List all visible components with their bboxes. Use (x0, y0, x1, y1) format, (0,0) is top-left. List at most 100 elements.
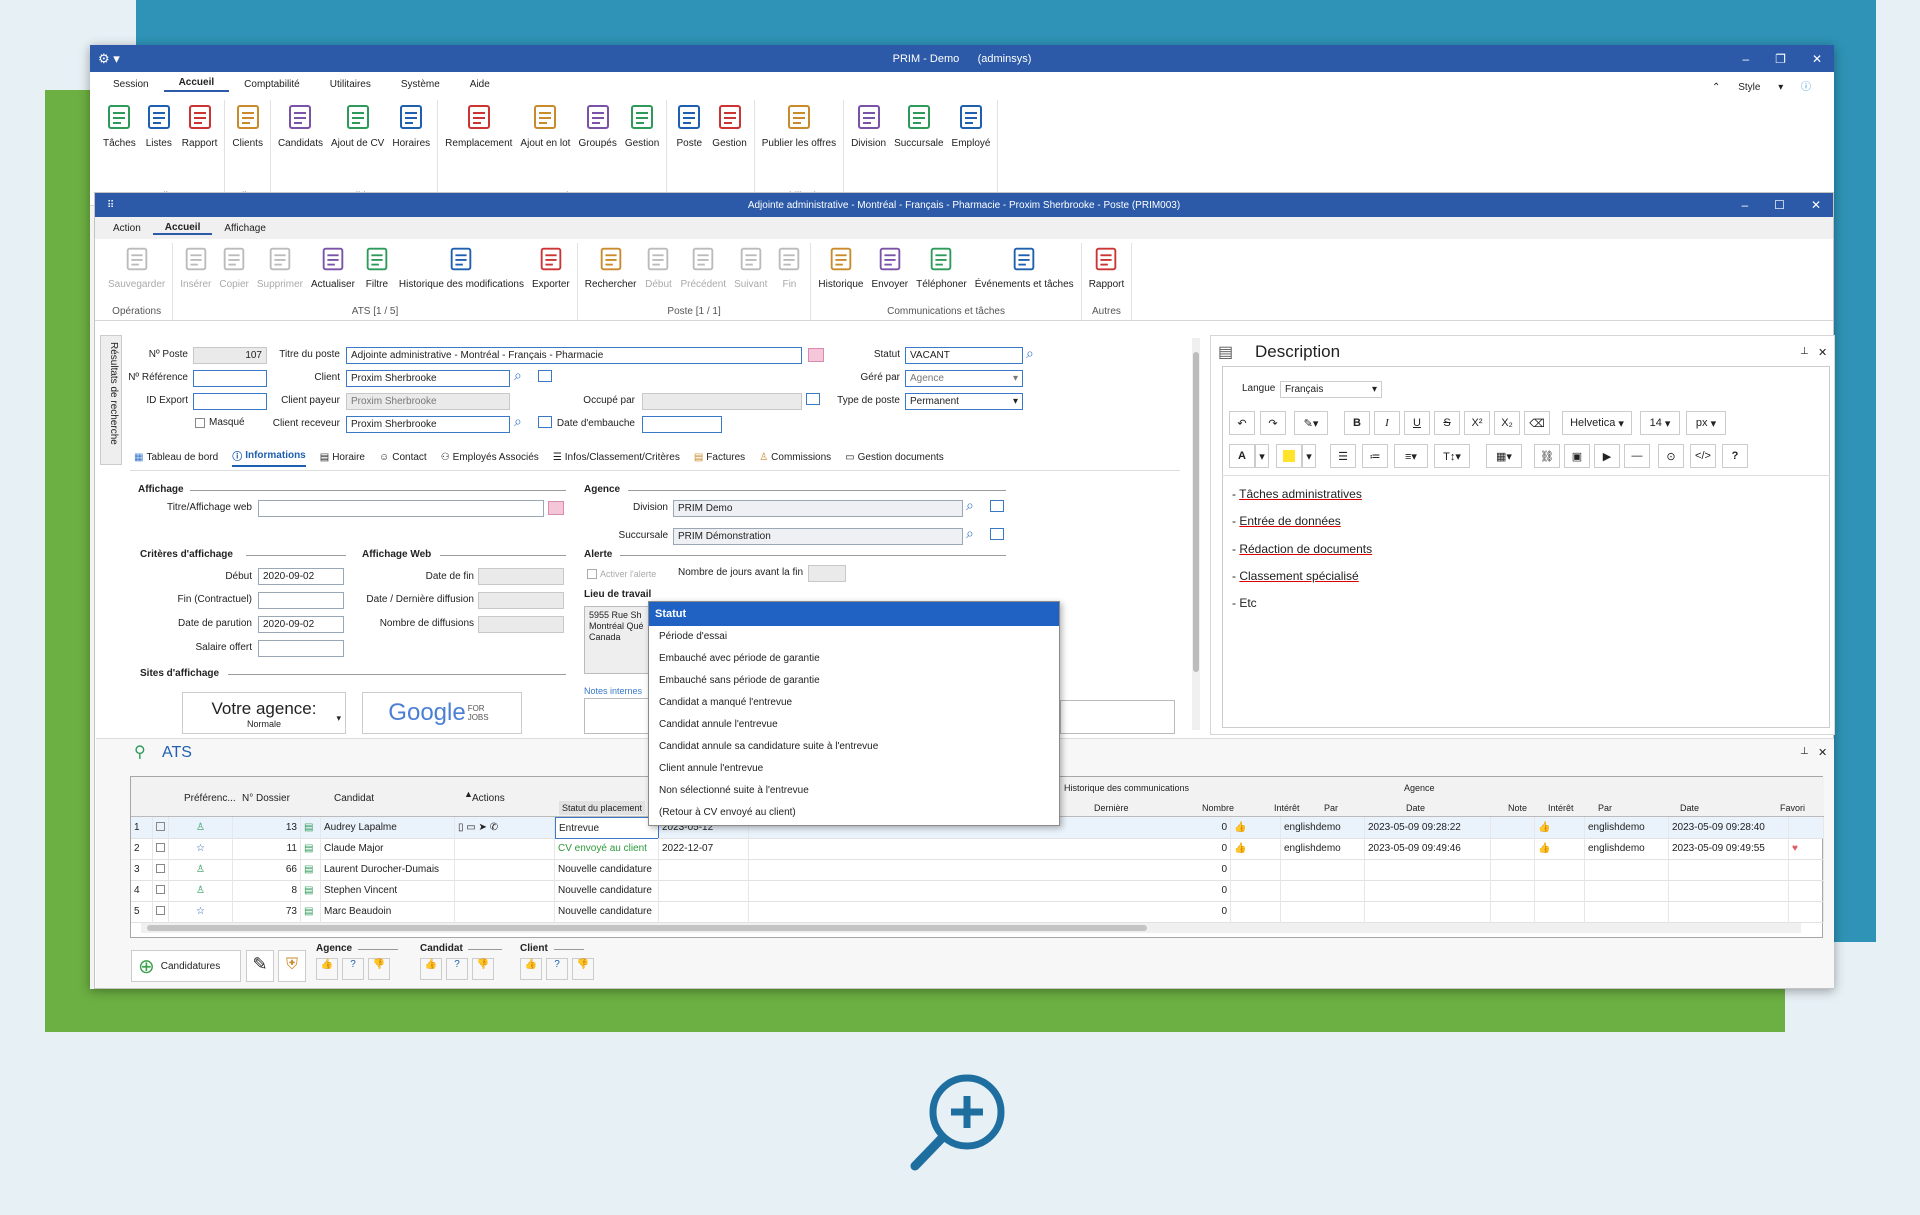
division-field[interactable]: PRIM Demo (673, 500, 963, 517)
tab-infos-classement[interactable]: ☰ Infos/Classement/Critères (553, 452, 680, 463)
ats-close-icon[interactable]: ✕ (1818, 746, 1827, 759)
menu-accueil[interactable]: Accueil (163, 77, 230, 92)
superscript-icon[interactable]: X² (1464, 411, 1490, 435)
zoom-in-icon[interactable] (905, 1068, 1015, 1178)
table-icon[interactable]: ▦▾ (1486, 444, 1522, 468)
candidat-thumbs-up-icon[interactable]: 👍 (420, 958, 442, 980)
langue-select[interactable]: Français ▾ (1280, 381, 1382, 398)
client-payeur-field[interactable]: Proxim Sherbrooke (346, 393, 510, 410)
col-date[interactable]: Date (1403, 801, 1428, 815)
cell-statut[interactable]: Nouvelle candidature (555, 859, 659, 881)
rechercher-button[interactable]: Rechercher (581, 243, 641, 306)
restore-icon[interactable]: ❐ (1775, 52, 1786, 66)
col-actions[interactable]: Actions (469, 791, 508, 806)
row-checkbox[interactable] (153, 880, 169, 902)
tab-factures[interactable]: ▤ Factures (694, 452, 745, 463)
child-minimize-icon[interactable]: – (1741, 198, 1748, 212)
col-interet-2[interactable]: Intérêt (1545, 801, 1577, 815)
occupe-par-field[interactable] (642, 393, 802, 410)
style-menu[interactable]: ⌃ Style ▾ ⓘ (1712, 78, 1826, 93)
candidatures-button[interactable]: ⊕ Candidatures (131, 950, 241, 982)
ats-pin-icon[interactable]: ⊥ (1800, 746, 1809, 757)
table-row[interactable]: 2 ☆ 11 ▤ Claude Major CV envoyé au client 2022… (131, 838, 1824, 860)
sauvegarder-button[interactable]: Sauvegarder (104, 243, 169, 306)
historique-des-modifications-button[interactable]: Historique des modifications (395, 243, 528, 306)
filtre-button[interactable]: Filtre (359, 243, 395, 306)
row-checkbox[interactable] (153, 901, 169, 923)
font-family-select[interactable]: Helvetica ▾ (1562, 411, 1632, 435)
employe-button[interactable]: Employé (948, 100, 995, 191)
horizontal-rule-icon[interactable]: — (1624, 444, 1650, 468)
text-color-icon[interactable]: A (1229, 444, 1255, 468)
undo-icon[interactable]: ↶ (1229, 411, 1255, 435)
col-favori[interactable]: Favori (1777, 801, 1808, 815)
titre-web-note-icon[interactable] (548, 501, 564, 515)
gestion-button[interactable]: Gestion (621, 100, 663, 191)
groupes-button[interactable]: Groupés (574, 100, 620, 191)
listes-button[interactable]: Listes (140, 100, 178, 191)
agence-card-dropdown-icon[interactable]: ▾ (336, 713, 341, 724)
candidat-thumbs-down-icon[interactable]: 👎 (472, 958, 494, 980)
eraser-icon[interactable]: ⌫ (1524, 411, 1550, 435)
row-actions[interactable] (455, 838, 555, 860)
app-settings-icon[interactable]: ⚙ ▾ (98, 51, 120, 67)
gestion-button[interactable]: Gestion (708, 100, 750, 191)
ajout-de-cv-button[interactable]: Ajout de CV (327, 100, 388, 191)
client-open-icon[interactable] (538, 370, 552, 382)
row-actions[interactable]: ▯ ▭ ➤ ✆ (455, 817, 555, 839)
evenements-et-taches-button[interactable]: Événements et tâches (971, 243, 1078, 306)
fin-button[interactable]: Fin (771, 243, 807, 306)
option-embauche-avec-garantie[interactable]: Embauché avec période de garantie (649, 648, 1059, 670)
option-non-selectionne[interactable]: Non sélectionné suite à l'entrevue (649, 780, 1059, 802)
activer-alerte-checkbox[interactable] (587, 569, 597, 579)
link-icon[interactable]: ⛓ (1534, 444, 1560, 468)
publier-les-offres-button[interactable]: Publier les offres (758, 100, 840, 191)
menu-utilitaires[interactable]: Utilitaires (315, 79, 386, 90)
image-icon[interactable]: ▣ (1564, 444, 1590, 468)
edit-icon[interactable]: ✎ (246, 950, 274, 982)
grid-hscrollbar[interactable] (141, 923, 1801, 933)
nb-jours-field[interactable] (808, 565, 846, 582)
paragraph-format-icon[interactable]: T↕▾ (1434, 444, 1470, 468)
row-checkbox[interactable] (153, 817, 169, 839)
code-view-icon[interactable]: </> (1690, 444, 1716, 468)
highlight-color-icon[interactable] (1276, 444, 1302, 468)
gere-par-select[interactable]: Agence ▾ (905, 370, 1023, 387)
option-client-annule-entrevue[interactable]: Client annule l'entrevue (649, 758, 1059, 780)
clients-button[interactable]: Clients (228, 100, 267, 191)
reference-field[interactable] (193, 370, 267, 387)
succursale-open-icon[interactable] (990, 528, 1004, 540)
agence-thumbs-down-icon[interactable]: 👎 (368, 958, 390, 980)
italic-icon[interactable]: I (1374, 411, 1400, 435)
titre-poste-field[interactable]: Adjointe administrative - Montréal - Fra… (346, 347, 802, 364)
close-icon[interactable]: ✕ (1812, 52, 1822, 66)
help-icon[interactable]: ? (1722, 444, 1748, 468)
child-maximize-icon[interactable]: ☐ (1774, 198, 1785, 212)
debut-button[interactable]: Début (640, 243, 676, 306)
description-pin-icon[interactable]: ⊥ (1800, 346, 1809, 357)
option-candidat-annule-candidature[interactable]: Candidat annule sa candidature suite à l… (649, 736, 1059, 758)
shield-icon[interactable]: ⛨ (278, 950, 306, 982)
row-actions[interactable] (455, 880, 555, 902)
magic-wand-icon[interactable]: ✎▾ (1294, 411, 1328, 435)
row-actions[interactable] (455, 901, 555, 923)
adresse-box[interactable]: 5955 Rue Sh Montréal Qué Canada (584, 606, 650, 674)
cell-statut[interactable]: Nouvelle candidature (555, 880, 659, 902)
strikethrough-icon[interactable]: S (1434, 411, 1460, 435)
fin-contractuel-field[interactable] (258, 592, 344, 609)
client-field[interactable]: Proxim Sherbrooke (346, 370, 510, 387)
child-menu-accueil[interactable]: Accueil (152, 222, 213, 235)
tab-contact[interactable]: ☺ Contact (379, 452, 427, 463)
client-question-icon[interactable]: ? (546, 958, 568, 980)
ajout-en-lot-button[interactable]: Ajout en lot (516, 100, 574, 191)
type-poste-select[interactable]: Permanent ▾ (905, 393, 1023, 410)
client-search-icon[interactable]: ⌕ (514, 367, 522, 384)
client-thumbs-down-icon[interactable]: 👎 (572, 958, 594, 980)
menu-comptabilite[interactable]: Comptabilité (229, 79, 315, 90)
highlight-dropdown-icon[interactable]: ▾ (1302, 444, 1316, 468)
horaires-button[interactable]: Horaires (388, 100, 434, 191)
option-candidat-manque-entrevue[interactable]: Candidat a manqué l'entrevue (649, 692, 1059, 714)
taches-button[interactable]: Tâches (99, 100, 140, 191)
tab-employes-associes[interactable]: ⚇ Employés Associés (441, 452, 539, 463)
pin-icon[interactable]: ⠿ (107, 200, 114, 211)
